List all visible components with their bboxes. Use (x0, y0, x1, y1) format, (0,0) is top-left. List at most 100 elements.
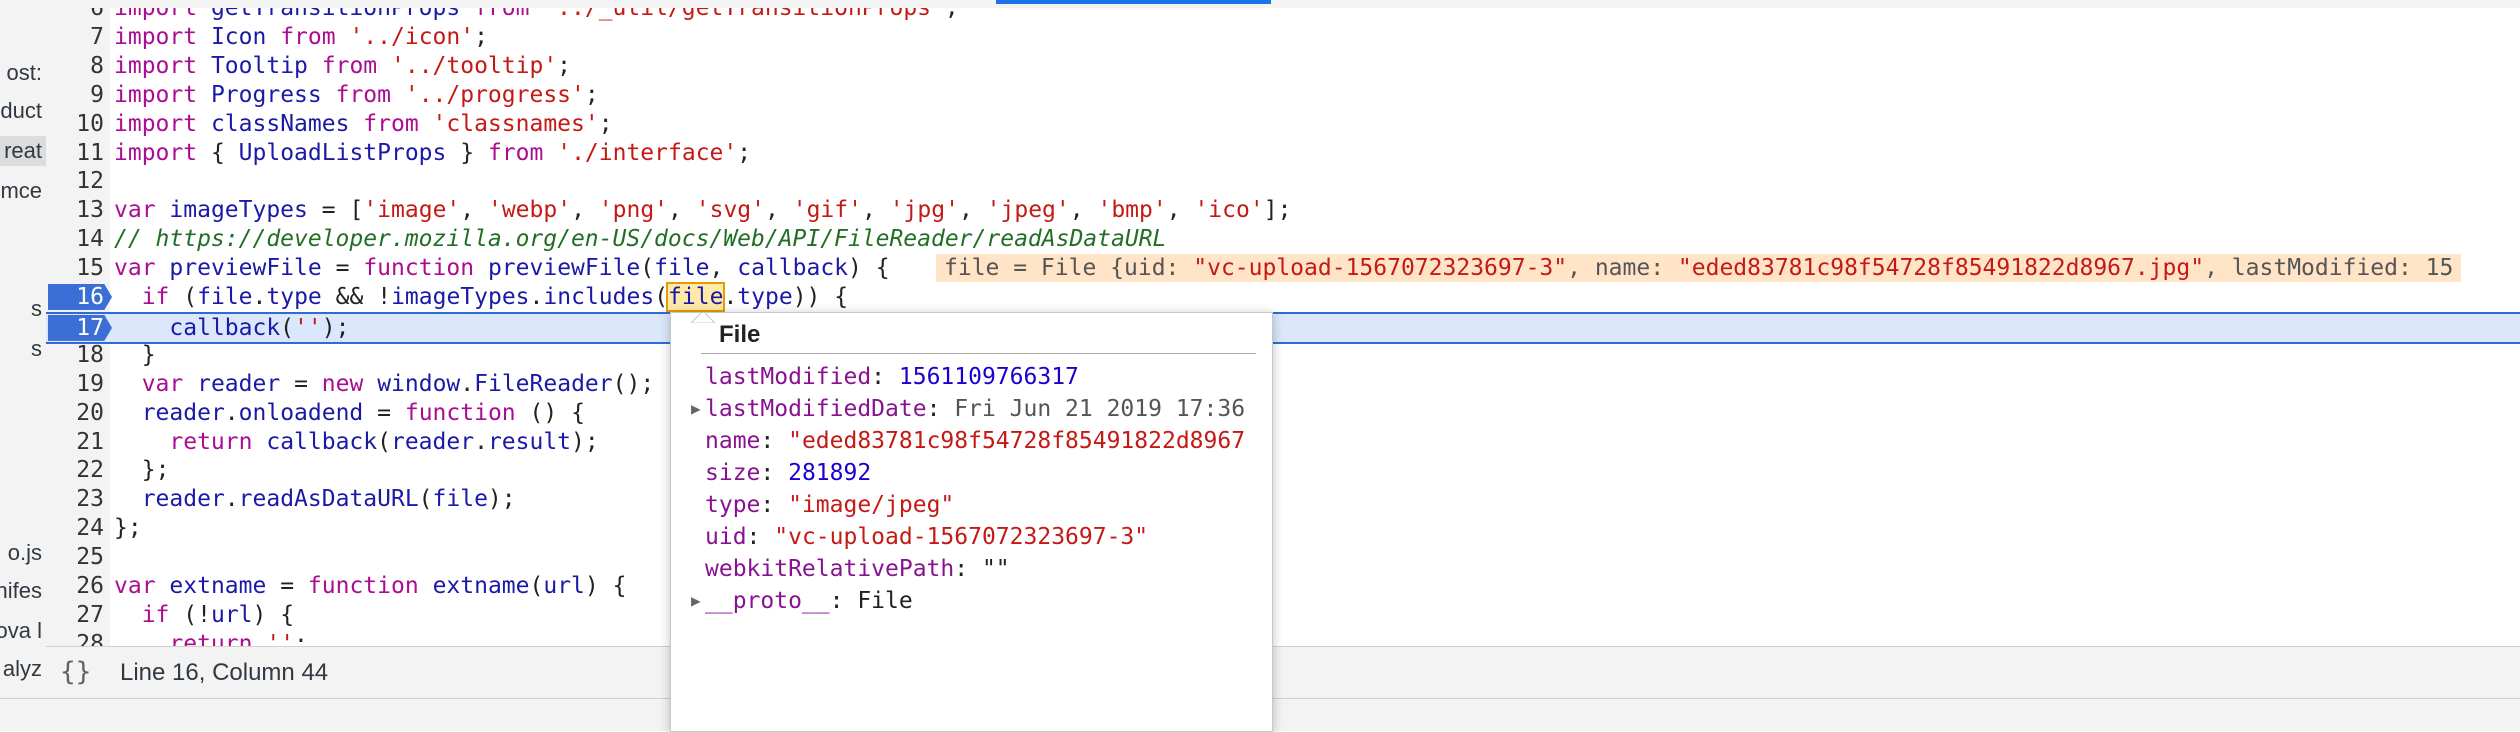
code-line[interactable]: 23 reader.readAsDataURL(file); (46, 485, 2520, 513)
navigator-file-item[interactable]: nifes (0, 576, 46, 606)
line-number[interactable]: 8 (46, 52, 104, 80)
navigator-file-label: alyz (2, 656, 42, 681)
line-number[interactable]: 12 (46, 167, 104, 195)
code-line[interactable]: 18 } (46, 341, 2520, 369)
navigator-file-item[interactable]: duct (0, 96, 46, 126)
navigator-file-item[interactable]: s (0, 294, 46, 324)
code-line[interactable]: 16 if (file.type && !imageTypes.includes… (46, 282, 2520, 312)
code-line[interactable]: 17 callback(''); (46, 311, 2520, 344)
expand-triangle-icon[interactable]: ▶ (691, 585, 701, 617)
property-row: size: 281892 (705, 457, 871, 489)
property-value: "" (981, 556, 1010, 582)
navigator-file-label: ost: (6, 60, 42, 85)
property-row[interactable]: ▶ __proto__: File (691, 585, 913, 617)
navigator-file-label: reat (4, 138, 42, 163)
code-text: }; (114, 515, 142, 542)
line-number[interactable]: 25 (46, 543, 104, 571)
navigator-file-label: duct (0, 98, 42, 123)
line-number[interactable]: 14 (46, 225, 104, 253)
navigator-file-item[interactable]: s (0, 334, 46, 364)
property-key: size (705, 460, 761, 486)
code-line[interactable]: 12 (46, 167, 2520, 195)
popover-arrow-icon (691, 313, 715, 323)
navigator-file-item[interactable]: mce (0, 176, 46, 206)
code-line[interactable]: 28 return ''; (46, 630, 2520, 646)
code-line[interactable]: 26 var extname = function extname(url) { (46, 572, 2520, 600)
line-number[interactable]: 24 (46, 514, 104, 542)
code-line[interactable]: 10 import classNames from 'classnames'; (46, 110, 2520, 138)
code-line[interactable]: 7 import Icon from '../icon'; (46, 23, 2520, 51)
line-number[interactable]: 16 (46, 283, 104, 311)
code-text: callback(''); (169, 314, 350, 341)
line-number[interactable]: 21 (46, 428, 104, 456)
code-text: import classNames from 'classnames'; (114, 110, 613, 137)
line-number[interactable]: 15 (46, 254, 104, 282)
line-number[interactable]: 9 (46, 81, 104, 109)
property-key: uid (705, 524, 747, 550)
inline-value-part: file = File {uid: (944, 255, 1194, 282)
navigator-file-item[interactable]: o.js (0, 538, 46, 568)
expand-triangle-icon[interactable]: ▶ (691, 393, 701, 425)
code-line[interactable]: 9 import Progress from '../progress'; (46, 81, 2520, 109)
code-line[interactable]: 15 var previewFile = function previewFile… (46, 254, 2520, 283)
property-value: File (857, 588, 913, 614)
code-line[interactable]: 20 reader.onloadend = function () { (46, 399, 2520, 427)
line-number[interactable]: 26 (46, 572, 104, 600)
line-number[interactable]: 22 (46, 456, 104, 484)
code-line[interactable]: 24}; (46, 514, 2520, 542)
navigator-file-item[interactable]: reat (0, 136, 46, 166)
code-text: import { UploadListProps } from './inter… (114, 139, 752, 166)
code-line[interactable]: 19 var reader = new window.FileReader(); (46, 370, 2520, 398)
line-number[interactable]: 6 (46, 8, 104, 22)
code-line[interactable]: 27 if (!url) { (46, 601, 2520, 629)
property-key: lastModifiedDate (705, 396, 927, 422)
hovered-token[interactable]: file (666, 282, 726, 312)
navigator-file-item[interactable]: ost: (0, 58, 46, 88)
property-colon: : (829, 588, 858, 614)
code-text: reader.onloadend = function () { (141, 399, 585, 426)
inline-value-part: , lastModified: 15 (2204, 255, 2454, 282)
line-number[interactable]: 27 (46, 601, 104, 629)
property-colon: : (871, 364, 899, 390)
variable-preview-popover[interactable]: File lastModified: 1561109766317 ▶ lastMod… (670, 312, 1273, 732)
property-colon: : (760, 428, 789, 454)
code-line[interactable]: 25 (46, 543, 2520, 571)
left-navigator-panel: ost: duct reat mce s s o.js nifes ova l alyz (0, 0, 47, 730)
line-number[interactable]: 13 (46, 196, 104, 224)
line-number[interactable]: 11 (46, 139, 104, 167)
property-key: type (705, 492, 761, 518)
navigator-file-label: s (31, 336, 42, 361)
code-editor[interactable]: 6 import getTransitionProps from '../_uti… (46, 8, 2520, 646)
code-text: var previewFile = function previewFile(f… (114, 255, 890, 282)
code-line[interactable]: 13 var imageTypes = ['image', 'webp', 'pn… (46, 196, 2520, 224)
pretty-print-button[interactable]: {} (60, 657, 91, 687)
code-line[interactable]: 11 import { UploadListProps } from './int… (46, 139, 2520, 167)
code-text: import getTransitionProps from '../_util… (114, 8, 959, 21)
navigator-file-item[interactable]: alyz (0, 654, 46, 684)
line-number[interactable]: 18 (46, 341, 104, 369)
code-line[interactable]: 21 return callback(reader.result); (46, 428, 2520, 456)
line-number[interactable]: 7 (46, 23, 104, 51)
code-text: return ''; (169, 630, 308, 646)
navigator-file-label: nifes (0, 578, 42, 603)
line-number[interactable]: 28 (46, 630, 104, 646)
property-row[interactable]: ▶ lastModifiedDate: Fri Jun 21 2019 17:36 (691, 393, 1245, 425)
code-line[interactable]: 22 }; (46, 456, 2520, 484)
inline-variable-value: file = File {uid: "vc-upload-15670723236… (936, 254, 2462, 283)
code-line[interactable]: 14 // https://developer.mozilla.org/en-US… (46, 225, 2520, 253)
code-text: // https://developer.mozilla.org/en-US/d… (114, 226, 1167, 253)
navigator-file-label: s (31, 296, 42, 321)
code-text: import Progress from '../progress'; (114, 81, 599, 108)
line-number[interactable]: 23 (46, 485, 104, 513)
code-line[interactable]: 8 import Tooltip from '../tooltip'; (46, 52, 2520, 80)
popover-divider (701, 353, 1256, 354)
property-value: 1561109766317 (898, 364, 1079, 390)
line-number[interactable]: 17 (46, 314, 104, 342)
code-text: var imageTypes = ['image', 'webp', 'png'… (114, 197, 1292, 224)
line-number[interactable]: 10 (46, 110, 104, 138)
line-number[interactable]: 19 (46, 370, 104, 398)
navigator-file-item[interactable]: ova l (0, 616, 46, 646)
line-number[interactable]: 20 (46, 399, 104, 427)
code-line[interactable]: 6 import getTransitionProps from '../_uti… (46, 8, 2520, 22)
navigator-file-label: ova l (0, 618, 42, 643)
